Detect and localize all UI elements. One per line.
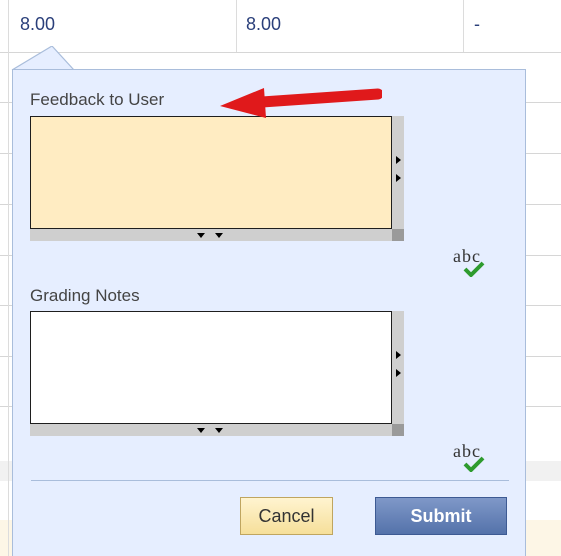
expand-right-icon (396, 369, 401, 377)
expand-right-icon (396, 174, 401, 182)
expand-down-icon (197, 428, 205, 433)
table-cell: 8.00 (246, 14, 282, 34)
grading-popup: Feedback to User abc Grading Notes abc C… (12, 69, 526, 556)
spellcheck-icon[interactable]: abc (451, 441, 491, 481)
feedback-label: Feedback to User (30, 90, 165, 109)
table-col-divider (463, 0, 464, 52)
spellcheck-icon[interactable]: abc (451, 246, 491, 286)
feedback-vertical-scrollbar[interactable] (392, 116, 404, 229)
notes-horizontal-scrollbar[interactable] (30, 424, 392, 436)
submit-button[interactable]: Submit (375, 497, 507, 535)
expand-down-icon (215, 428, 223, 433)
table-cell: 8.00 (20, 14, 56, 34)
feedback-horizontal-scrollbar[interactable] (30, 229, 392, 241)
popup-pointer (11, 46, 75, 70)
expand-down-icon (197, 233, 205, 238)
table-col-divider (8, 0, 9, 556)
notes-vertical-scrollbar[interactable] (392, 311, 404, 424)
table-col-divider (236, 0, 237, 52)
table-row-divider (0, 52, 561, 53)
checkmark-icon (463, 456, 485, 472)
feedback-editor (30, 116, 404, 241)
checkmark-icon (463, 261, 485, 277)
grading-notes-editor (30, 311, 404, 436)
expand-down-icon (215, 233, 223, 238)
resize-handle[interactable] (392, 229, 404, 241)
table-cell: - (474, 14, 480, 34)
grading-notes-label: Grading Notes (30, 286, 140, 305)
feedback-textarea[interactable] (30, 116, 392, 229)
expand-right-icon (396, 351, 401, 359)
cancel-button[interactable]: Cancel (240, 497, 333, 535)
resize-handle[interactable] (392, 424, 404, 436)
popup-divider (31, 480, 509, 481)
grading-notes-textarea[interactable] (30, 311, 392, 424)
expand-right-icon (396, 156, 401, 164)
red-arrow-annotation (220, 88, 382, 118)
